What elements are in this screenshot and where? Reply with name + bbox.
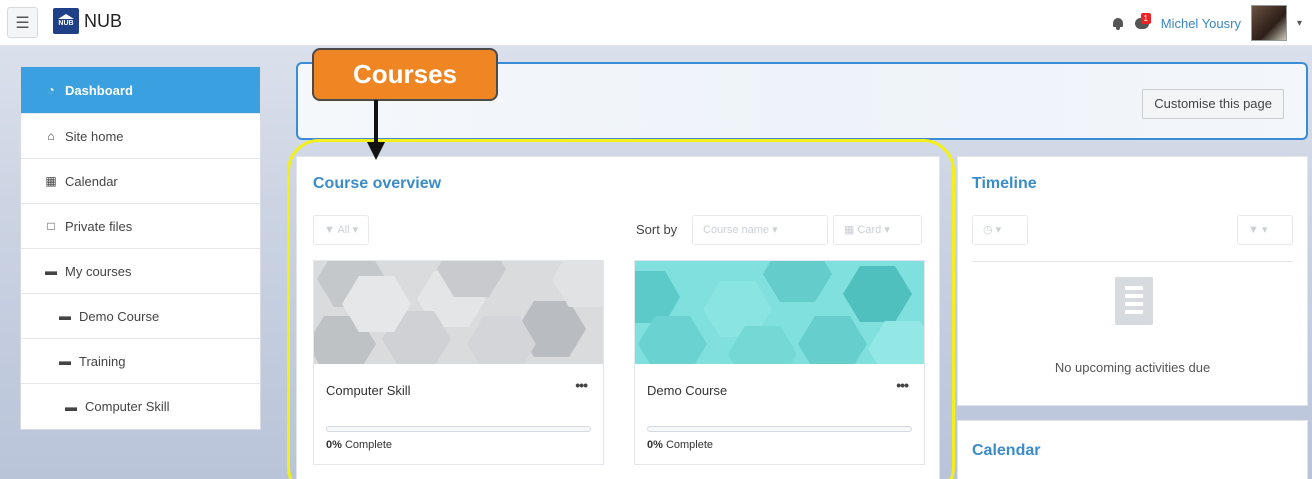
bell-icon[interactable] bbox=[1111, 16, 1125, 30]
sidebar-item-label: Computer Skill bbox=[85, 399, 170, 414]
sidebar-item-computer-skill[interactable]: ▬ Computer Skill bbox=[21, 384, 260, 429]
timeline-title: Timeline bbox=[972, 175, 1037, 192]
sidebar-item-dashboard[interactable]: ◔ Dashboard bbox=[21, 67, 260, 114]
sidebar-item-my-courses[interactable]: ▬ My courses bbox=[21, 249, 260, 294]
sidebar-item-training[interactable]: ▬ Training bbox=[21, 339, 260, 384]
customise-page-button[interactable]: Customise this page bbox=[1142, 89, 1284, 119]
avatar[interactable] bbox=[1250, 5, 1287, 41]
sidebar-nav: ◔ Dashboard ⌂ Site home ▦ Calendar □ Pri… bbox=[20, 66, 261, 430]
divider bbox=[972, 261, 1293, 262]
highlight-annotation bbox=[287, 139, 955, 479]
sidebar-item-label: Private files bbox=[65, 218, 133, 234]
timeline-sort-filter[interactable]: ▼ ▾ bbox=[1237, 215, 1293, 245]
user-nav: 1 Michel Yousry ▾ bbox=[1111, 4, 1302, 42]
hamburger-menu-button[interactable]: ☰ bbox=[7, 7, 38, 38]
calendar-block: Calendar bbox=[957, 420, 1308, 479]
graduation-cap-icon: ▬ bbox=[59, 309, 71, 323]
messages-badge: 1 bbox=[1140, 13, 1151, 24]
chevron-down-icon[interactable]: ▾ bbox=[1297, 18, 1302, 29]
callout-arrow-line bbox=[374, 100, 378, 144]
brand-name[interactable]: NUB bbox=[84, 11, 122, 32]
top-navbar: ☰ NUB NUB 1 Michel Yousry ▾ bbox=[0, 0, 1312, 46]
sidebar-item-private-files[interactable]: □ Private files bbox=[21, 204, 260, 249]
hamburger-icon: ☰ bbox=[15, 14, 30, 32]
sidebar-item-label: Calendar bbox=[65, 173, 118, 189]
graduation-cap-icon: ▬ bbox=[45, 264, 57, 278]
empty-state-text: No upcoming activities due bbox=[1054, 360, 1211, 375]
sidebar-item-label: Demo Course bbox=[79, 308, 160, 324]
sidebar-item-label: My courses bbox=[65, 263, 132, 279]
calendar-title: Calendar bbox=[972, 442, 1041, 459]
graduation-cap-icon: ▬ bbox=[65, 399, 77, 414]
home-icon: ⌂ bbox=[47, 129, 55, 143]
messages-button[interactable]: 1 bbox=[1134, 13, 1151, 31]
dashboard-icon: ◔ bbox=[47, 83, 55, 97]
sidebar-item-site-home[interactable]: ⌂ Site home bbox=[21, 114, 260, 159]
timeline-block: Timeline ◷ ▾ ▼ ▾ No upcoming activities … bbox=[957, 156, 1308, 406]
file-icon: □ bbox=[47, 219, 55, 233]
logo-roof-shape bbox=[58, 14, 74, 19]
sidebar-item-label: Site home bbox=[65, 128, 124, 144]
list-document-icon bbox=[1115, 277, 1153, 325]
courses-callout: Courses bbox=[312, 48, 498, 101]
sidebar-item-label: Dashboard bbox=[65, 82, 133, 98]
user-name[interactable]: Michel Yousry bbox=[1161, 16, 1241, 31]
calendar-icon: ▦ bbox=[45, 174, 57, 188]
arrow-down-icon bbox=[367, 142, 385, 160]
graduation-cap-icon: ▬ bbox=[59, 354, 71, 368]
brand-logo-text: NUB bbox=[58, 20, 74, 27]
sidebar-item-label: Training bbox=[79, 353, 126, 369]
sidebar-item-demo-course[interactable]: ▬ Demo Course bbox=[21, 294, 260, 339]
sidebar-item-calendar[interactable]: ▦ Calendar bbox=[21, 159, 260, 204]
brand-logo[interactable]: NUB bbox=[53, 8, 79, 34]
timeline-date-filter[interactable]: ◷ ▾ bbox=[972, 215, 1028, 245]
